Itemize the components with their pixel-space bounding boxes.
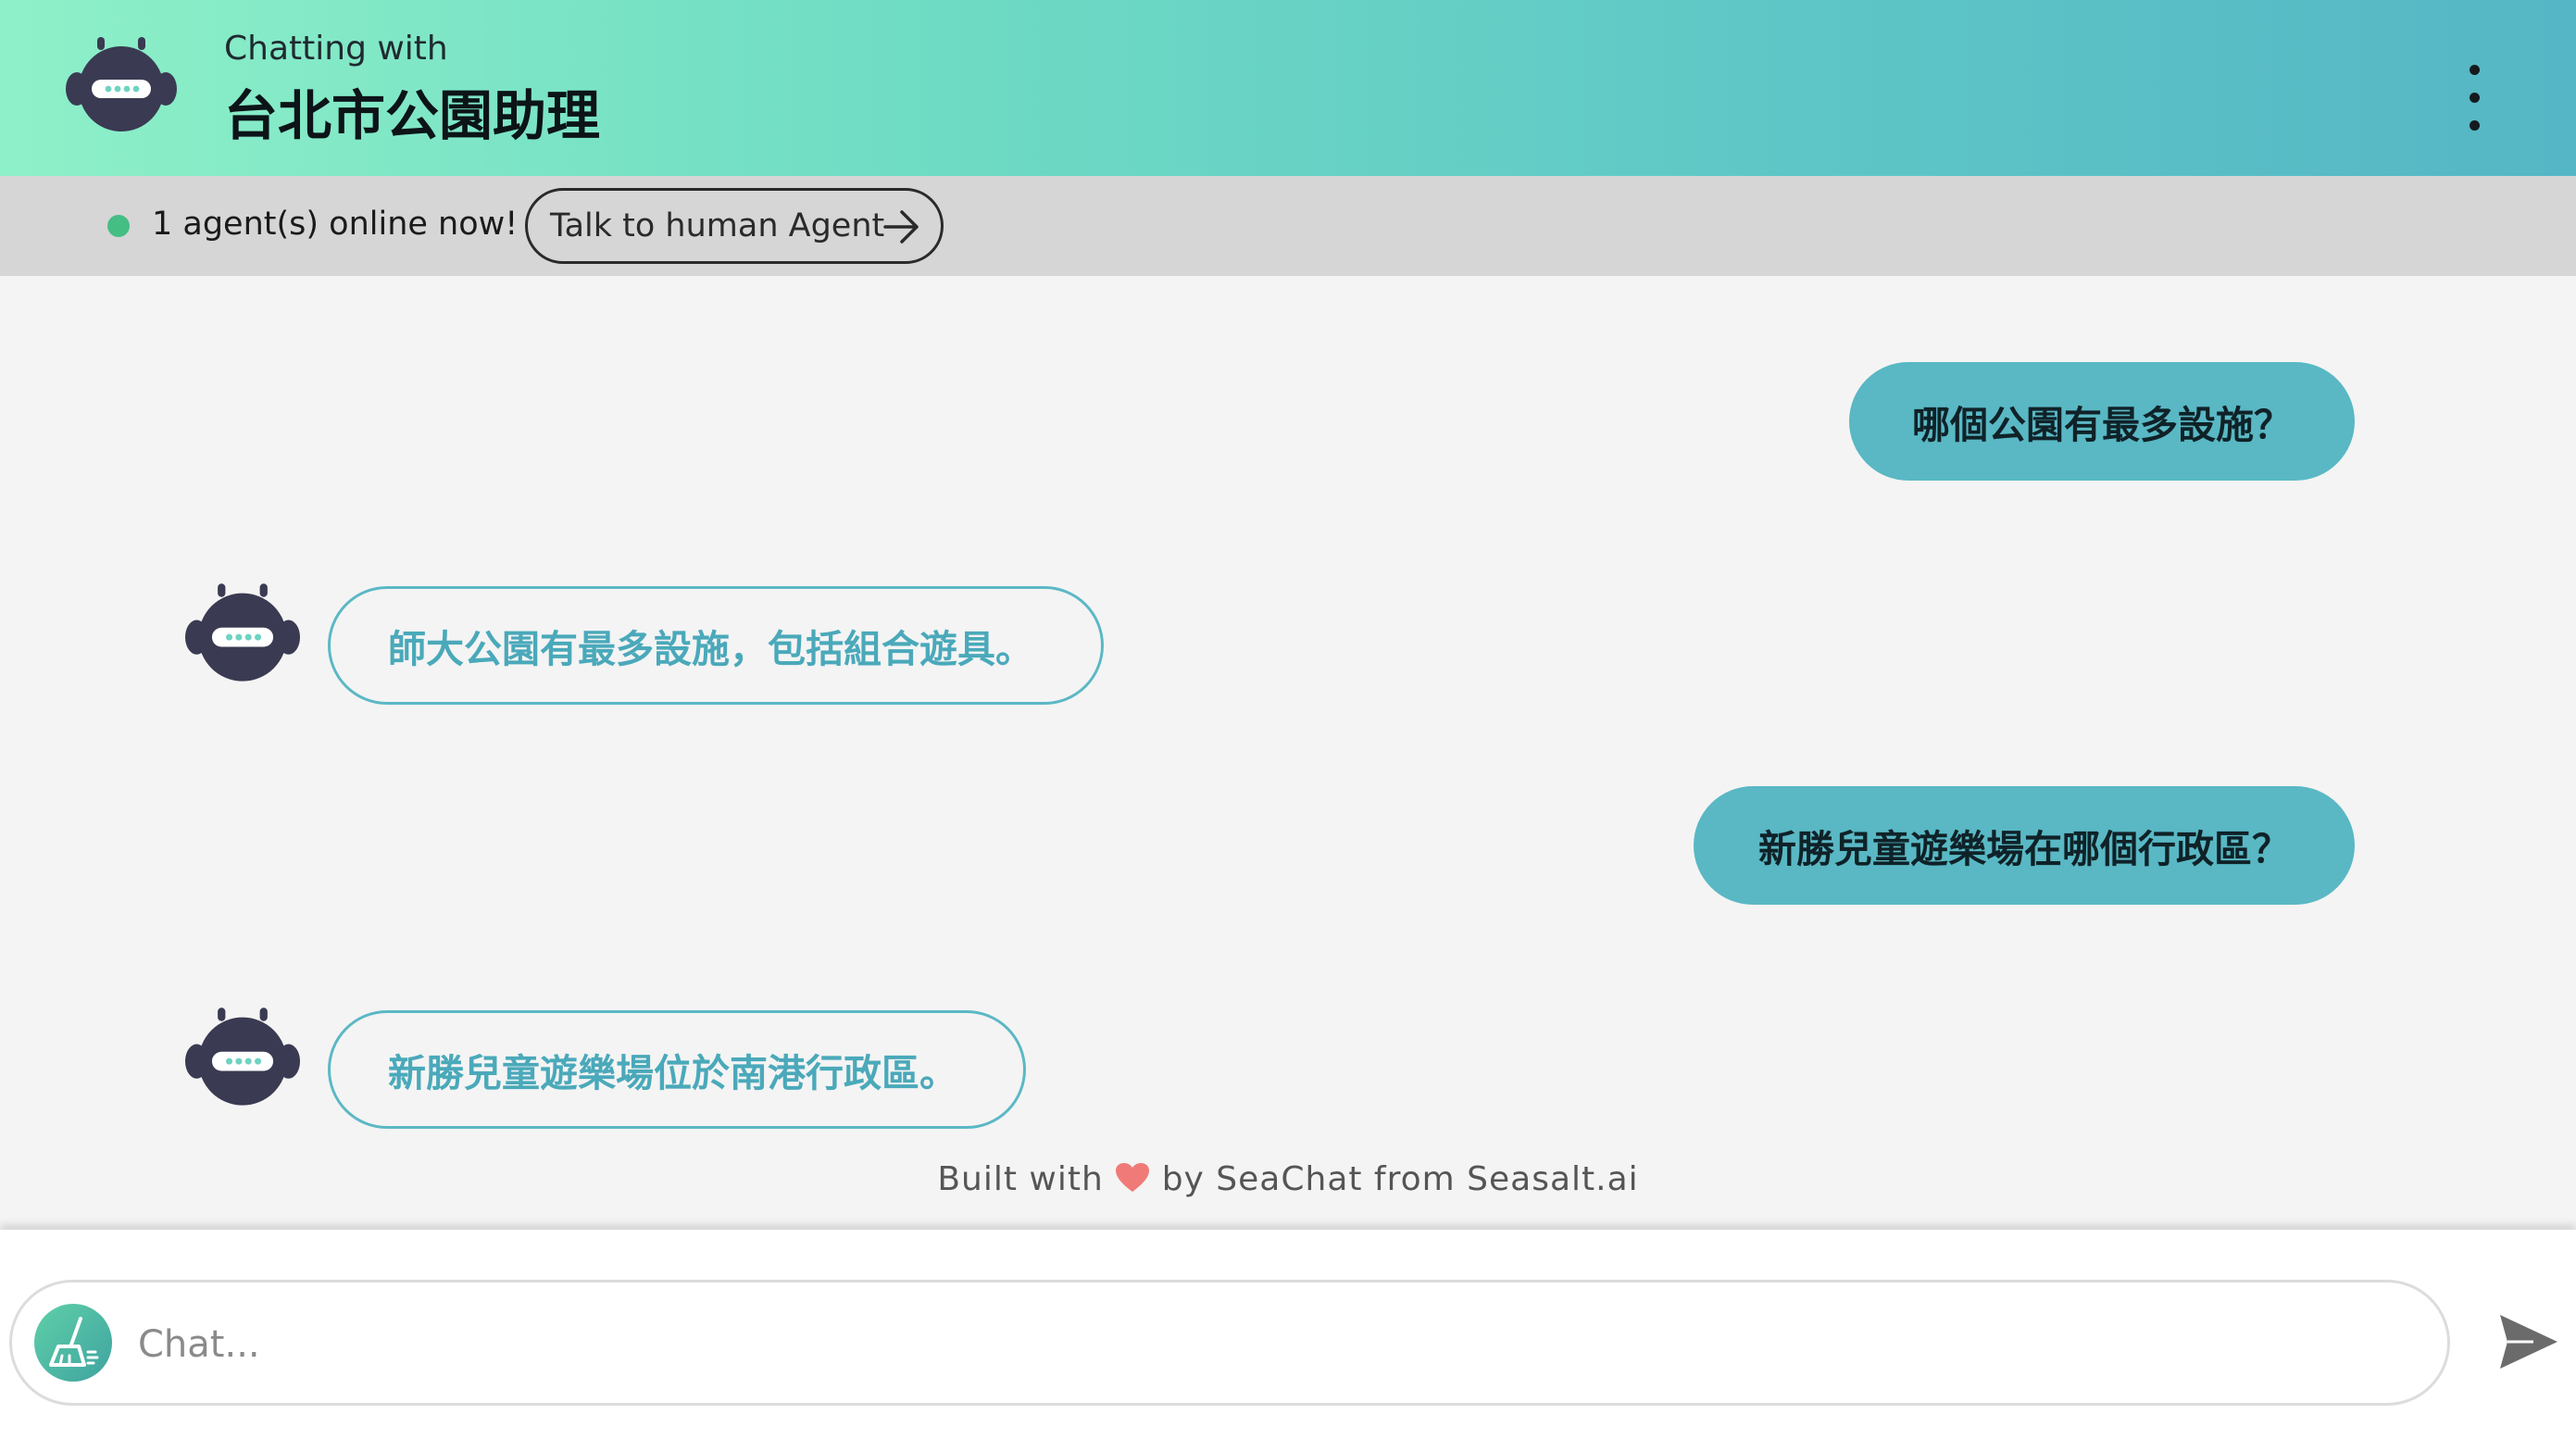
bot-avatar-icon <box>66 35 177 135</box>
user-message-text: 新勝兒童遊樂場在哪個行政區？ <box>1758 827 2290 871</box>
user-message: 哪個公園有最多設施？ <box>1849 362 2355 481</box>
user-message: 新勝兒童遊樂場在哪個行政區？ <box>1694 786 2355 905</box>
built-with-suffix: by SeaChat from Seasalt.ai <box>1161 1160 1639 1198</box>
bot-message: 新勝兒童遊樂場位於南港行政區。 <box>328 1010 1026 1129</box>
bot-message-text: 新勝兒童遊樂場位於南港行政區。 <box>388 1051 957 1095</box>
message-list[interactable]: 哪個公園有最多設施？ 師大公園有最多設施，包括組合遊具。 新勝兒童遊樂場在哪個行… <box>0 276 2576 1230</box>
talk-to-human-button[interactable]: Talk to human Agent <box>525 188 944 264</box>
assistant-name: 台北市公園助理 <box>224 84 601 147</box>
bot-message: 師大公園有最多設施，包括組合遊具。 <box>328 586 1104 705</box>
bot-message-text: 師大公園有最多設施，包括組合遊具。 <box>388 627 1033 671</box>
built-with-prefix: Built with <box>937 1160 1104 1198</box>
chat-header: Chatting with 台北市公園助理 <box>0 0 2576 176</box>
agent-status-bar: 1 agent(s) online now! Talk to human Age… <box>0 176 2576 276</box>
online-status-dot <box>107 215 130 237</box>
clear-chat-button[interactable] <box>34 1304 112 1382</box>
chat-input-bar <box>0 1230 2576 1439</box>
arrow-right-icon <box>883 210 919 244</box>
chat-input-container <box>9 1280 2450 1406</box>
header-subtitle: Chatting with <box>224 30 448 68</box>
built-with-credit: Built with by SeaChat from Seasalt.ai <box>0 1160 2576 1198</box>
bot-avatar-icon <box>185 582 300 685</box>
agents-online-text: 1 agent(s) online now! <box>152 206 519 243</box>
chat-input[interactable] <box>138 1308 2360 1381</box>
user-message-text: 哪個公園有最多設施？ <box>1912 403 2292 447</box>
send-icon[interactable] <box>2496 1311 2561 1372</box>
bot-avatar-icon <box>185 1006 300 1109</box>
more-options-icon[interactable] <box>2454 56 2495 139</box>
heart-icon <box>1116 1163 1150 1192</box>
talk-to-human-label: Talk to human Agent <box>550 207 885 244</box>
broom-icon <box>49 1317 99 1367</box>
